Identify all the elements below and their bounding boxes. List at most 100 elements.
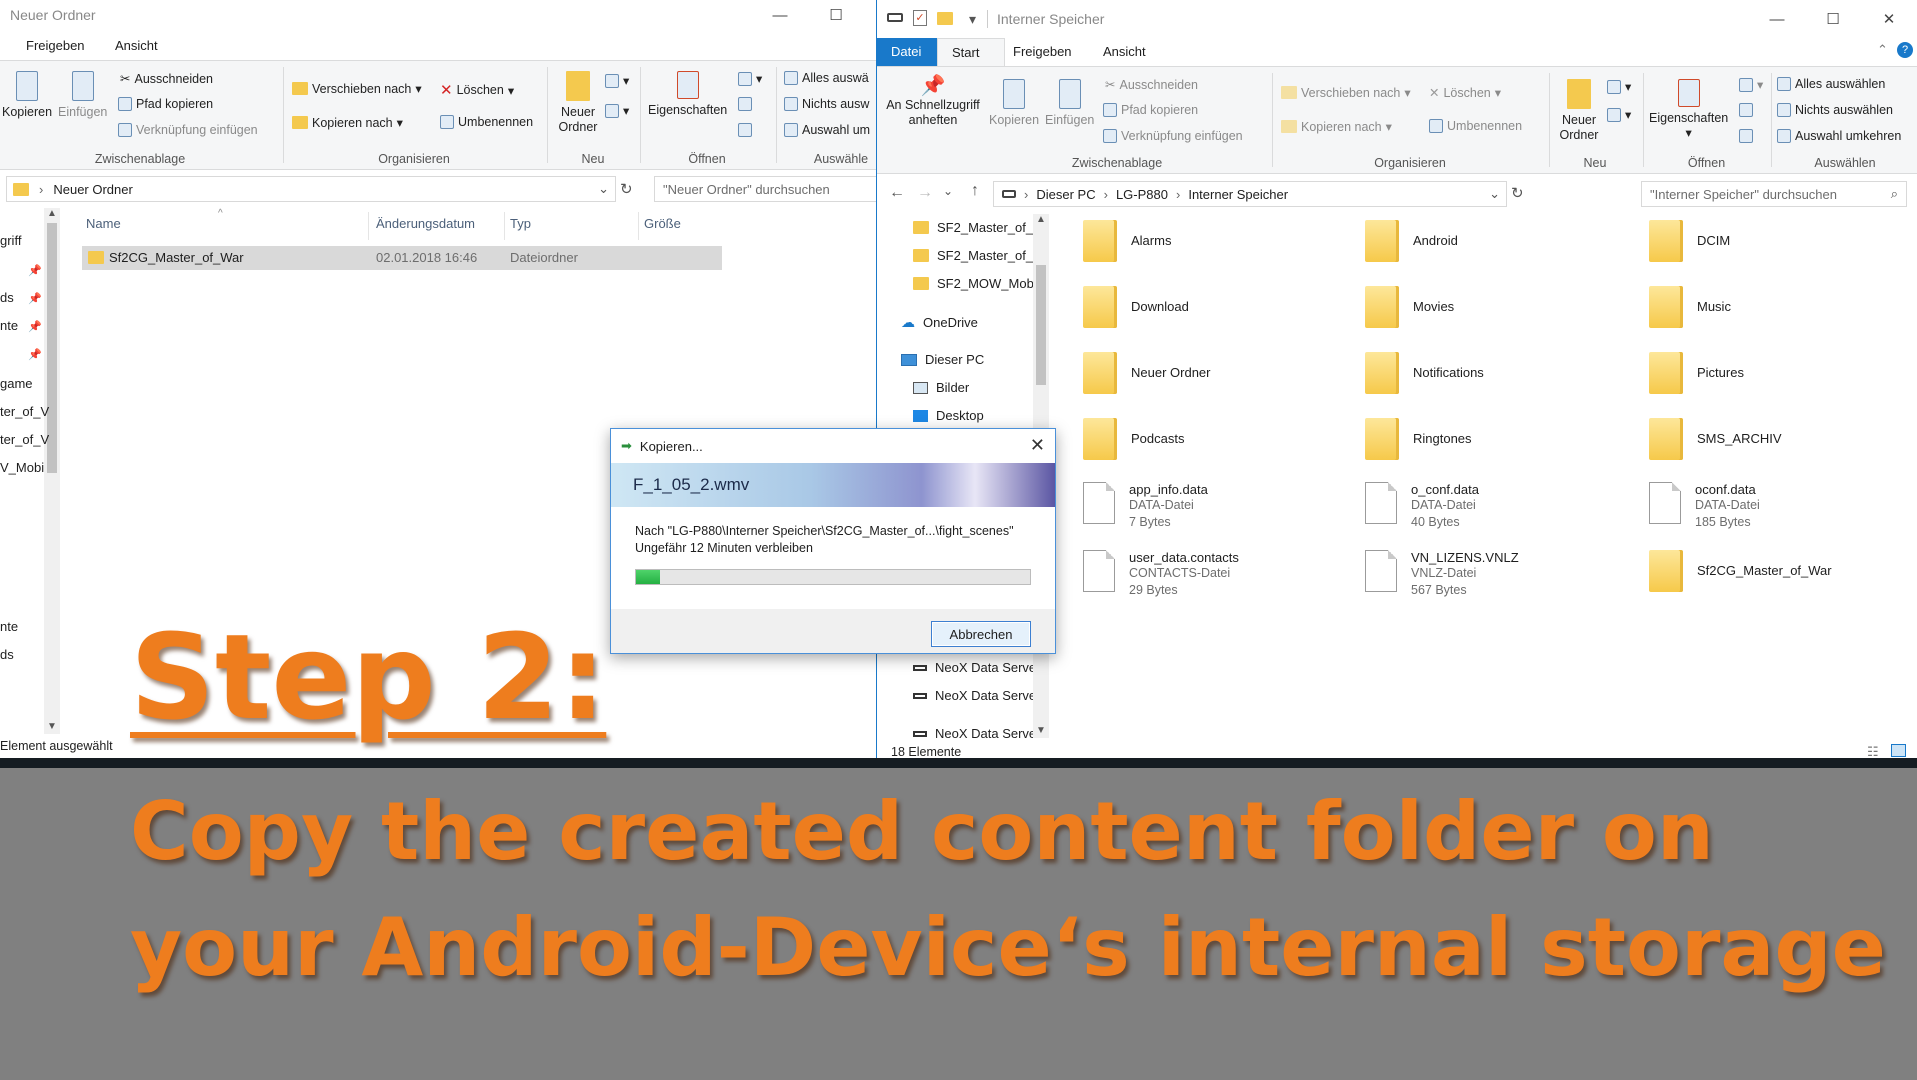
rename-button[interactable]: Umbenennen [1429,119,1522,133]
file-item[interactable]: VN_LIZENS.VNLZ VNLZ-Datei 567 Bytes [1365,550,1519,599]
select-all-button[interactable]: Alles auswählen [1777,77,1885,91]
easy-access-button[interactable]: ▾ [605,103,629,118]
invert-selection-button[interactable]: Auswahl umkehren [1777,129,1901,143]
select-none-button[interactable]: Nichts ausw [784,97,869,111]
breadcrumb-interner-speicher[interactable]: Interner Speicher [1188,187,1288,202]
folder-item[interactable]: Ringtones [1365,418,1472,460]
folder-item[interactable]: Neuer Ordner [1083,352,1210,394]
tab-datei[interactable]: Datei [877,38,937,66]
cut-button[interactable]: ✂ Ausschneiden [1105,77,1198,93]
paste-button[interactable]: Einfügen [58,71,107,120]
copy-path-button[interactable]: Pfad kopieren [1103,103,1198,117]
properties-button[interactable]: Eigenschaften [648,71,727,118]
scroll-up-icon[interactable]: ▲ [1033,214,1049,225]
folder-item[interactable]: Download [1083,286,1189,328]
back-arrow-icon[interactable]: ← [889,184,905,202]
column-size[interactable]: Größe [644,216,681,231]
folder-item[interactable]: DCIM [1649,220,1730,262]
scroll-up-icon[interactable]: ▲ [44,208,60,219]
column-type[interactable]: Typ [510,216,531,231]
paste-button[interactable]: Einfügen [1045,79,1094,128]
cancel-button[interactable]: Abbrechen [931,621,1031,647]
new-folder-icon[interactable] [937,12,953,25]
nav-item-dieser-pc[interactable]: Dieser PC [901,352,984,367]
invert-selection-button[interactable]: Auswahl um [784,123,870,137]
forward-arrow-icon[interactable]: → [917,184,933,202]
column-divider[interactable] [638,212,639,240]
open-button[interactable]: ▾ [738,71,762,86]
column-divider[interactable] [504,212,505,240]
tab-start[interactable]: Start [937,38,1005,66]
nav-item[interactable]: ds [0,647,14,662]
copy-button[interactable]: Kopieren [2,71,52,120]
right-address-bar[interactable]: › Dieser PC › LG-P880 › Interner Speiche… [993,181,1507,207]
copy-to-button[interactable]: Kopieren nach ▾ [292,115,403,130]
left-search-box[interactable]: "Neuer Ordner" durchsuchen [654,176,876,202]
tab-freigeben[interactable]: Freigeben [26,38,85,53]
easy-access-button[interactable]: ▾ [1607,107,1631,122]
refresh-button[interactable]: ↻ [620,180,633,198]
file-item[interactable]: oconf.data DATA-Datei 185 Bytes [1649,482,1760,531]
folder-item[interactable]: Pictures [1649,352,1744,394]
chevron-up-icon[interactable]: ⌃ [1877,42,1888,58]
scroll-down-icon[interactable]: ▼ [1033,725,1049,736]
left-address-bar[interactable]: › Neuer Ordner ⌄ [6,176,616,202]
nav-item[interactable]: ds [0,290,14,305]
move-to-button[interactable]: Verschieben nach ▾ [292,81,422,96]
tab-ansicht[interactable]: Ansicht [115,38,158,53]
left-nav-scrollbar[interactable]: ▲ ▼ [44,208,60,734]
edit-button[interactable] [738,97,752,111]
minimize-button[interactable]: — [752,0,808,30]
nav-item-bilder[interactable]: Bilder [913,380,969,395]
properties-icon[interactable]: ✓ [913,10,927,26]
new-item-button[interactable]: ▾ [605,73,629,88]
chevron-down-icon[interactable]: ⌄ [1489,186,1500,202]
scroll-down-icon[interactable]: ▼ [44,721,60,732]
file-item[interactable]: app_info.data DATA-Datei 7 Bytes [1083,482,1208,531]
new-folder-button[interactable]: Neuer Ordner [1557,79,1601,143]
right-search-box[interactable]: "Interner Speicher" durchsuchen ⌕ [1641,181,1907,207]
history-button[interactable] [738,123,752,137]
folder-item[interactable]: Alarms [1083,220,1171,262]
folder-item[interactable]: Movies [1365,286,1454,328]
column-divider[interactable] [368,212,369,240]
nav-item-neox[interactable]: NeoX Data Serve [913,688,1036,703]
folder-item[interactable]: Podcasts [1083,418,1184,460]
paste-shortcut-button[interactable]: Verknüpfung einfügen [118,123,258,137]
copy-button[interactable]: Kopieren [989,79,1039,128]
file-item[interactable]: user_data.contacts CONTACTS-Datei 29 Bytes [1083,550,1239,599]
copy-to-button[interactable]: Kopieren nach ▾ [1281,119,1392,134]
properties-button[interactable]: Eigenschaften ▾ [1649,79,1728,141]
cut-button[interactable]: ✂ Ausschneiden [120,71,213,87]
column-name[interactable]: Name [86,216,121,231]
maximize-button[interactable]: ☐ [1805,0,1861,38]
recent-locations-icon[interactable]: ⌄ [943,184,953,198]
nav-item[interactable]: nte [0,619,18,634]
folder-item[interactable]: Android [1365,220,1458,262]
minimize-button[interactable]: — [1749,0,1805,38]
nav-item-neox[interactable]: NeoX Data Server [913,726,1041,741]
nav-item-neox[interactable]: NeoX Data Serve [913,660,1036,675]
delete-button[interactable]: ✕ Löschen ▾ [1429,85,1501,101]
nav-item[interactable]: nte [0,318,18,333]
scroll-thumb[interactable] [1036,265,1046,385]
up-arrow-icon[interactable]: ↑ [971,182,979,200]
select-none-button[interactable]: Nichts auswählen [1777,103,1893,117]
edit-button[interactable] [1739,103,1753,117]
delete-button[interactable]: ✕ Löschen ▾ [440,81,514,99]
breadcrumb-dieser-pc[interactable]: Dieser PC [1036,187,1095,202]
tab-freigeben[interactable]: Freigeben [1013,44,1072,59]
nav-item[interactable]: V_Mobi [0,460,44,475]
close-icon[interactable]: ✕ [1030,435,1045,456]
folder-item[interactable]: Sf2CG_Master_of_War [1649,550,1832,592]
folder-item[interactable]: SMS_ARCHIV [1649,418,1782,460]
chevron-down-icon[interactable]: ⌄ [598,181,609,197]
nav-item[interactable]: game [0,376,33,391]
tiles-view-icon[interactable] [1891,744,1906,757]
column-date[interactable]: Änderungsdatum [376,216,475,231]
file-item[interactable]: o_conf.data DATA-Datei 40 Bytes [1365,482,1479,531]
help-icon[interactable]: ? [1897,42,1913,58]
nav-item[interactable]: SF2_Master_of_V [913,248,1042,263]
folder-item[interactable]: Notifications [1365,352,1484,394]
nav-item-desktop[interactable]: Desktop [913,408,984,423]
